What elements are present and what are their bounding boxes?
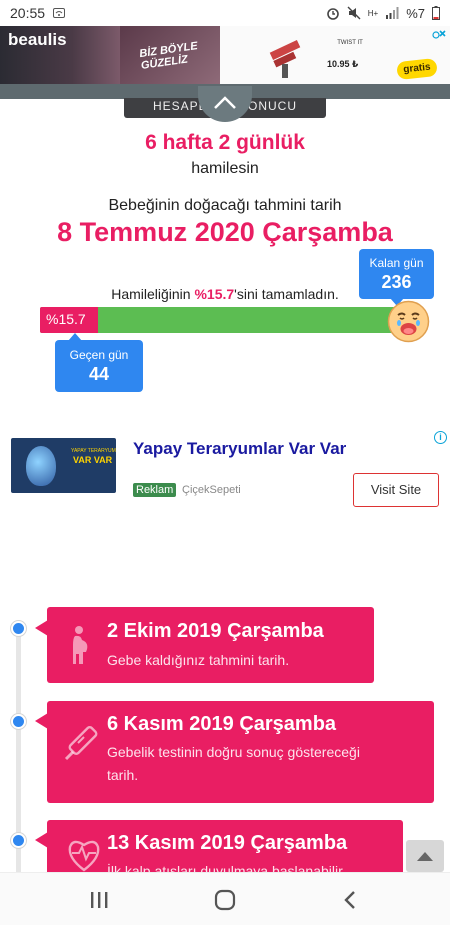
ad-close-icon[interactable] xyxy=(432,28,446,42)
ad-image-big-text: VAR VAR xyxy=(73,455,113,465)
remaining-days-label: Kalan gün xyxy=(369,256,424,270)
arrow-up-icon xyxy=(417,852,433,861)
wifi-icon xyxy=(53,8,66,18)
ad-image-small-text: YAPAY TERARYUM xyxy=(71,448,116,454)
pregnant-woman-icon xyxy=(73,626,88,664)
ad-terrarium-image: YAPAY TERARYUM VAR VAR xyxy=(11,438,116,493)
pregnant-text: hamilesin xyxy=(191,160,259,177)
back-icon[interactable] xyxy=(336,885,366,915)
signal-icon xyxy=(386,7,399,19)
battery-icon xyxy=(432,6,440,20)
mute-icon xyxy=(347,6,361,20)
passed-days-label: Geçen gün xyxy=(69,348,129,362)
due-date: 8 Temmuz 2020 Çarşamba xyxy=(57,217,393,247)
timeline-description: Gebelik testinin doğru sonuç göstereceği… xyxy=(107,741,360,787)
status-bar: 20:55 H+ %7 xyxy=(0,0,450,26)
timeline-dot xyxy=(11,833,26,848)
lipstick-product-image xyxy=(269,40,301,78)
ad-product-name: TWIST IT xyxy=(337,40,363,46)
completion-suffix: 'sini tamamladın. xyxy=(234,286,339,302)
timeline-description-line2: tarih. xyxy=(107,767,139,783)
battery-percent: %7 xyxy=(406,5,425,21)
heartbeat-icon xyxy=(68,840,100,872)
home-icon[interactable] xyxy=(210,885,240,915)
native-ad-title[interactable]: Yapay Teraryumlar Var Var xyxy=(133,439,346,459)
ad-label-badge: Reklam xyxy=(133,483,177,497)
pregnancy-progress-bar: %15.7 xyxy=(40,307,412,333)
passed-days-bubble: Geçen gün 44 xyxy=(55,340,143,392)
pregnancy-duration: 6 hafta 2 günlük xyxy=(145,131,305,154)
chevron-up-icon xyxy=(214,96,236,109)
ad-advertiser: ÇiçekSepeti xyxy=(182,484,241,496)
timeline-card-conception: 2 Ekim 2019 Çarşamba Gebe kaldığınız tah… xyxy=(47,607,374,683)
completion-text: Hamileliğinin %15.7'sini tamamladın. xyxy=(0,286,450,302)
timeline-date: 2 Ekim 2019 Çarşamba xyxy=(107,620,324,642)
completion-percent: %15.7 xyxy=(194,286,235,302)
crying-baby-icon xyxy=(387,300,430,343)
android-navigation-bar xyxy=(0,872,450,925)
timeline-dot xyxy=(11,714,26,729)
completion-prefix: Hamileliğinin xyxy=(111,286,195,302)
progress-label: %15.7 xyxy=(46,311,86,327)
pregnancy-test-icon xyxy=(64,726,98,761)
timeline-dot xyxy=(11,621,26,636)
timeline-date: 13 Kasım 2019 Çarşamba xyxy=(107,832,348,854)
ad-brand-logo: beaulis xyxy=(8,30,67,49)
terrarium-egg-shape xyxy=(26,446,56,486)
network-type: H+ xyxy=(367,8,379,18)
timeline-line xyxy=(16,628,21,888)
recent-apps-icon[interactable] xyxy=(84,885,114,915)
timeline-date: 6 Kasım 2019 Çarşamba xyxy=(107,713,337,735)
passed-days-value: 44 xyxy=(88,364,110,384)
timeline-description: Gebe kaldığınız tahmini tarih. xyxy=(107,652,290,668)
scroll-to-top-button[interactable] xyxy=(406,840,444,872)
alarm-icon xyxy=(326,8,339,20)
due-date-label: Bebeğinin doğacağı tahmini tarih xyxy=(108,197,342,214)
status-time: 20:55 xyxy=(10,5,46,21)
native-ad[interactable]: YAPAY TERARYUM VAR VAR Yapay Teraryumlar… xyxy=(0,428,450,508)
visit-site-button[interactable]: Visit Site xyxy=(353,473,439,507)
top-ad-banner[interactable]: beaulis BİZ BÖYLE GÜZELİZ TWIST IT 10.95… xyxy=(0,26,450,84)
timeline-card-test: 6 Kasım 2019 Çarşamba Gebelik testinin d… xyxy=(47,701,434,803)
timeline-description-line1: Gebelik testinin doğru sonuç göstereceği xyxy=(107,744,360,760)
ad-info-icon[interactable]: i xyxy=(434,431,447,444)
ad-price: 10.95 ₺ xyxy=(327,59,359,69)
timeline-card-heartbeat: 13 Kasım 2019 Çarşamba İlk kalp atışları… xyxy=(47,820,403,880)
